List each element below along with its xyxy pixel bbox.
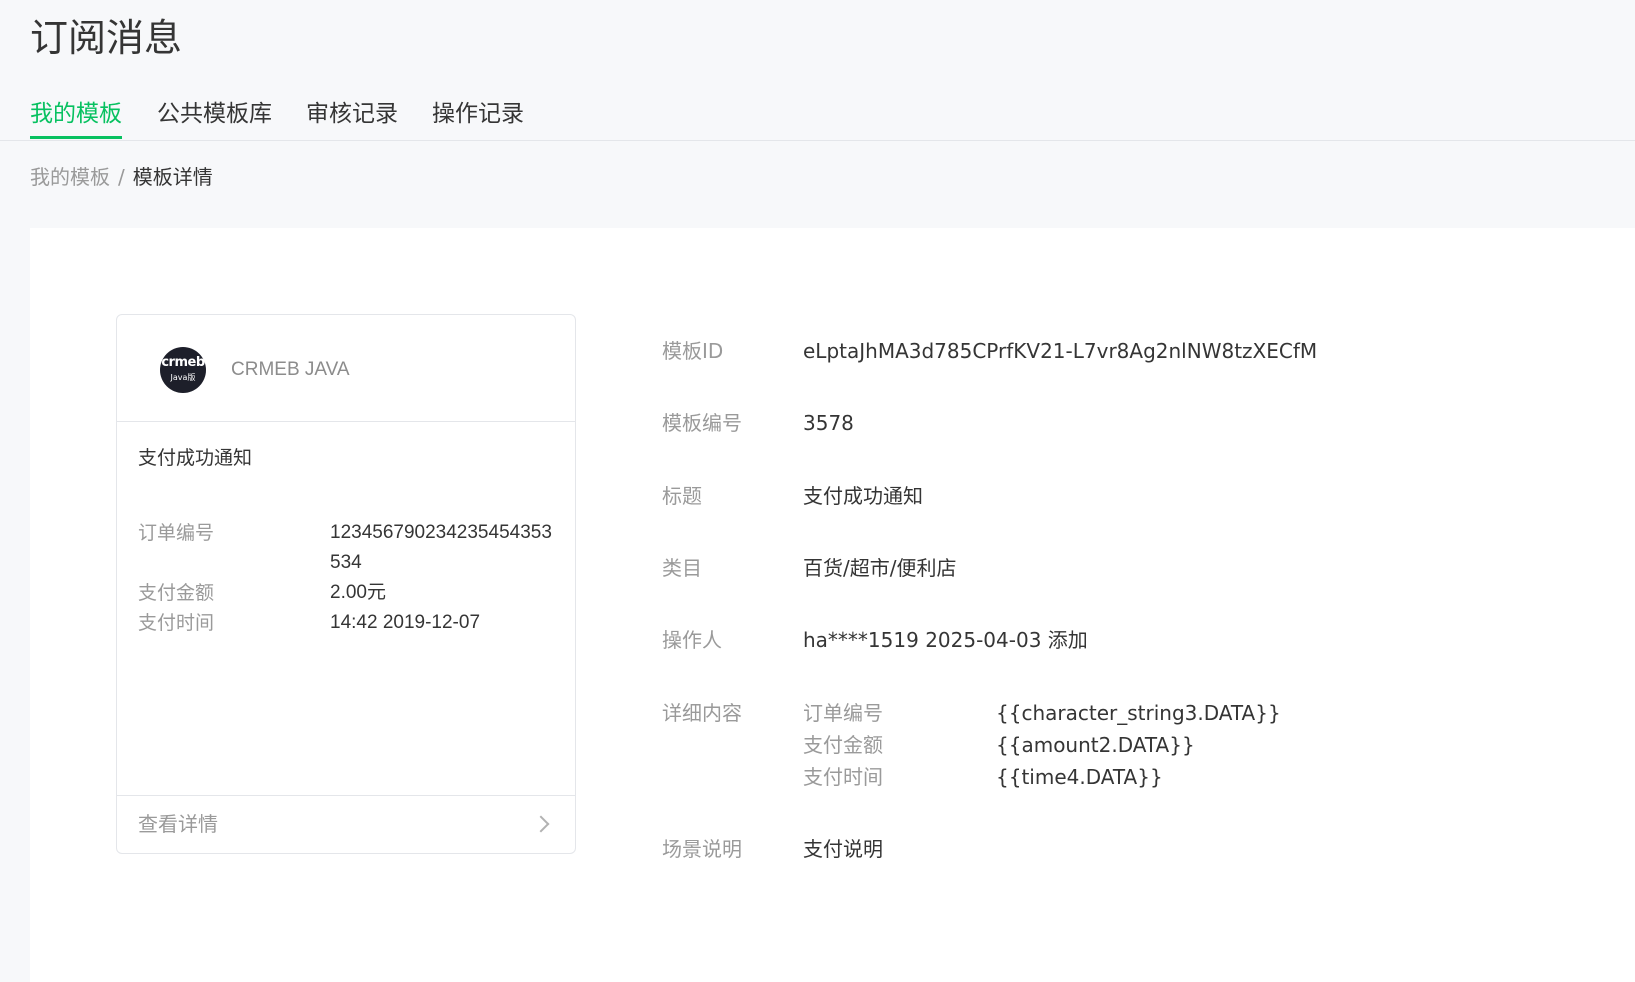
detail-key: 场景说明 [662,837,742,861]
message-preview-card: crmeb Java版 CRMEB JAVA 支付成功通知 订单编号 12345… [116,314,576,854]
detail-key: 标题 [662,484,702,508]
view-details-link[interactable]: 查看详情 [117,795,575,854]
title-value: 支付成功通知 [803,484,923,508]
detail-key: 模板编号 [662,411,742,435]
content-field-key: 支付金额 [803,733,883,757]
scene-value: 支付说明 [803,837,883,861]
preview-header: crmeb Java版 CRMEB JAVA [117,315,575,422]
preview-field-value: 2.00元 [330,582,386,603]
preview-field-key: 支付时间 [138,612,215,634]
preview-field-row: 支付金额 2.00元 [138,578,558,608]
preview-field-key: 支付金额 [138,582,215,604]
avatar-logo-subtext: Java版 [170,373,196,382]
breadcrumb-current: 模板详情 [132,165,213,189]
operator-value: ha****1519 2025-04-03 添加 [803,628,1088,652]
template-id-value: eLptaJhMA3d785CPrfKV21-L7vr8Ag2nlNW8tzXE… [803,339,1318,363]
preview-title: 支付成功通知 [138,447,253,469]
detail-key: 模板ID [662,339,724,363]
active-tab-indicator [30,136,122,139]
account-name: CRMEB JAVA [231,359,350,380]
preview-field-value: 123456790234235454353534 [330,522,552,573]
detail-key: 操作人 [662,628,722,652]
category-value: 百货/超市/便利店 [803,556,957,580]
preview-field-value: 14:42 2019-12-07 [330,612,481,633]
content-field-value: {{character_string3.DATA}} [996,701,1281,725]
preview-field-key: 订单编号 [138,522,215,544]
content-field-value: {{time4.DATA}} [996,765,1163,789]
breadcrumb: 我的模板 / 模板详情 [30,162,213,192]
tab-operation-records[interactable]: 操作记录 [432,96,524,132]
chevron-right-icon [532,815,550,833]
account-avatar: crmeb Java版 [160,347,206,393]
content-field-key: 订单编号 [803,701,883,725]
breadcrumb-parent-link[interactable]: 我的模板 [30,165,110,189]
tab-public-library[interactable]: 公共模板库 [157,96,272,132]
template-no-value: 3578 [803,411,854,435]
avatar-logo-text: crmeb [161,355,205,370]
preview-field-row: 支付时间 14:42 2019-12-07 [138,608,558,638]
breadcrumb-separator: / [118,165,125,189]
preview-fields: 订单编号 123456790234235454353534 支付金额 2.00元… [138,518,558,638]
tab-review-records[interactable]: 审核记录 [306,96,398,132]
tab-my-templates[interactable]: 我的模板 [30,96,122,132]
tab-bar: 我的模板 公共模板库 审核记录 操作记录 [0,92,1635,141]
page-title: 订阅消息 [30,16,183,60]
detail-key: 详细内容 [662,701,742,725]
view-details-label: 查看详情 [138,812,218,836]
preview-field-row: 订单编号 123456790234235454353534 [138,518,558,578]
detail-key: 类目 [662,556,702,580]
detail-panel: crmeb Java版 CRMEB JAVA 支付成功通知 订单编号 12345… [30,228,1635,982]
content-field-key: 支付时间 [803,765,883,789]
content-field-value: {{amount2.DATA}} [996,733,1195,757]
